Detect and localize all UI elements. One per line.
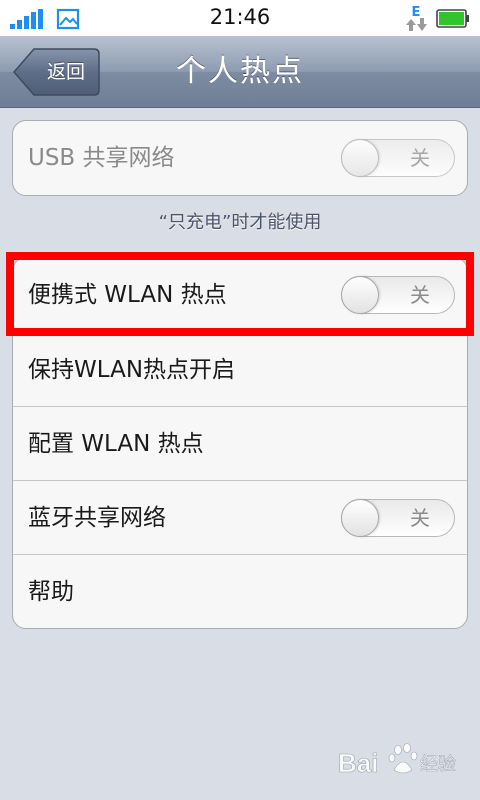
toggle-state-text: 关 bbox=[410, 283, 430, 307]
network-e-icon: E bbox=[406, 5, 427, 31]
svg-text:经验: 经验 bbox=[420, 754, 456, 775]
usb-tethering-group: USB 共享网络 关 bbox=[12, 120, 468, 196]
baidu-paw-icon bbox=[388, 743, 418, 774]
toggle-knob bbox=[341, 276, 379, 314]
configure-wlan-hotspot-label: 配置 WLAN 热点 bbox=[28, 431, 204, 457]
portable-wlan-hotspot-toggle[interactable]: 关 bbox=[341, 276, 455, 314]
usb-tethering-toggle[interactable]: 关 bbox=[341, 139, 455, 177]
portable-wlan-hotspot-row[interactable]: 便携式 WLAN 热点 关 bbox=[13, 258, 467, 332]
configure-wlan-hotspot-row[interactable]: 配置 WLAN 热点 bbox=[13, 406, 467, 480]
usb-tethering-label: USB 共享网络 bbox=[28, 145, 175, 171]
bluetooth-tethering-row[interactable]: 蓝牙共享网络 关 bbox=[13, 480, 467, 554]
toggle-state-text: 关 bbox=[410, 146, 430, 170]
back-button-label: 返回 bbox=[46, 61, 85, 83]
baidu-watermark: Bai 经验 bbox=[338, 743, 456, 778]
portable-wlan-hotspot-label: 便携式 WLAN 热点 bbox=[28, 282, 227, 308]
svg-text:E: E bbox=[412, 5, 421, 20]
usb-tethering-row: USB 共享网络 关 bbox=[13, 121, 467, 195]
hotspot-settings-group: 便携式 WLAN 热点 关 保持WLAN热点开启 配置 WLAN 热点 蓝牙共享… bbox=[12, 257, 468, 629]
battery-icon bbox=[436, 9, 469, 28]
usb-hint-text: “只充电”时才能使用 bbox=[158, 212, 322, 233]
toggle-knob bbox=[341, 139, 379, 177]
keep-wlan-hotspot-on-label: 保持WLAN热点开启 bbox=[28, 357, 236, 383]
toggle-state-text: 关 bbox=[410, 506, 430, 530]
svg-text:Bai: Bai bbox=[338, 748, 378, 778]
bluetooth-tethering-label: 蓝牙共享网络 bbox=[28, 505, 166, 531]
status-bar: 21:46 E bbox=[0, 0, 480, 36]
toggle-knob bbox=[341, 499, 379, 537]
back-button[interactable]: 返回 bbox=[12, 48, 100, 96]
navigation-bar: 个人热点 返回 bbox=[0, 36, 480, 108]
keep-wlan-hotspot-on-row[interactable]: 保持WLAN热点开启 bbox=[13, 332, 467, 406]
bluetooth-tethering-toggle[interactable]: 关 bbox=[341, 499, 455, 537]
help-label: 帮助 bbox=[28, 579, 74, 605]
help-row[interactable]: 帮助 bbox=[13, 554, 467, 628]
